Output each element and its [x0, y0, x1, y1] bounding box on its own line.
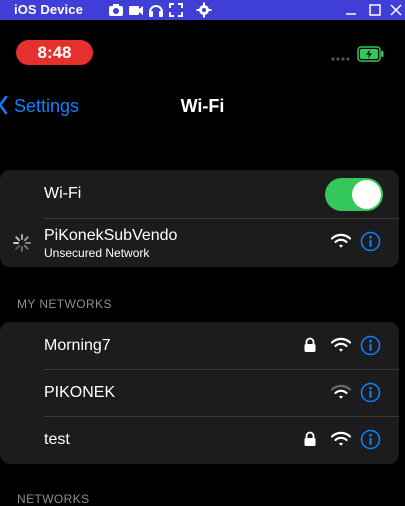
my-networks-header: MY NETWORKS: [17, 297, 112, 311]
current-network-name: PiKonekSubVendo: [44, 227, 178, 244]
network-row-pikonek[interactable]: PIKONEK: [0, 370, 399, 416]
settings-gear-icon[interactable]: [196, 2, 212, 18]
video-icon[interactable]: [128, 2, 144, 18]
wifi-toggle-switch[interactable]: [325, 178, 383, 211]
emulator-title-bar: iOS Device: [0, 0, 405, 20]
wifi-signal-icon: [331, 233, 351, 248]
lock-icon: [304, 431, 316, 446]
info-icon[interactable]: [360, 231, 381, 252]
wifi-signal-icon: [331, 384, 351, 399]
maximize-icon[interactable]: [367, 2, 383, 18]
toggle-knob: [352, 180, 381, 209]
emulator-title: iOS Device: [14, 2, 83, 17]
close-icon[interactable]: [388, 2, 404, 18]
current-network-row[interactable]: PiKonekSubVendo Unsecured Network: [0, 219, 399, 267]
wifi-toggle-label: Wi-Fi: [44, 185, 82, 202]
networks-header: NETWORKS: [17, 492, 90, 506]
my-networks-group: Morning7 PIKONEK test: [0, 322, 399, 464]
fullscreen-icon[interactable]: [168, 2, 184, 18]
info-icon[interactable]: [360, 429, 381, 450]
loading-spinner-icon: [13, 234, 31, 252]
battery-charging-icon: [357, 46, 384, 62]
network-name: test: [44, 431, 70, 448]
info-icon[interactable]: [360, 382, 381, 403]
cellular-signal-icon: [331, 57, 350, 61]
network-name: PIKONEK: [44, 384, 116, 401]
minimize-icon[interactable]: [343, 2, 359, 18]
camera-icon[interactable]: [108, 2, 124, 18]
network-row-morning7[interactable]: Morning7: [0, 322, 399, 369]
wifi-signal-icon: [331, 337, 351, 352]
network-row-test[interactable]: test: [0, 417, 399, 464]
headphones-icon[interactable]: [148, 2, 164, 18]
lock-icon: [304, 337, 316, 352]
wifi-toggle-row: Wi-Fi: [0, 170, 399, 218]
page-title: Wi-Fi: [180, 96, 225, 116]
wifi-settings-group: Wi-Fi PiKonekSubVendo Unsecured Network: [0, 170, 399, 267]
info-icon[interactable]: [360, 335, 381, 356]
network-name: Morning7: [44, 337, 111, 354]
status-time-pill[interactable]: 8:48: [16, 40, 93, 65]
current-network-subtitle: Unsecured Network: [44, 246, 150, 260]
wifi-signal-icon: [331, 431, 351, 446]
